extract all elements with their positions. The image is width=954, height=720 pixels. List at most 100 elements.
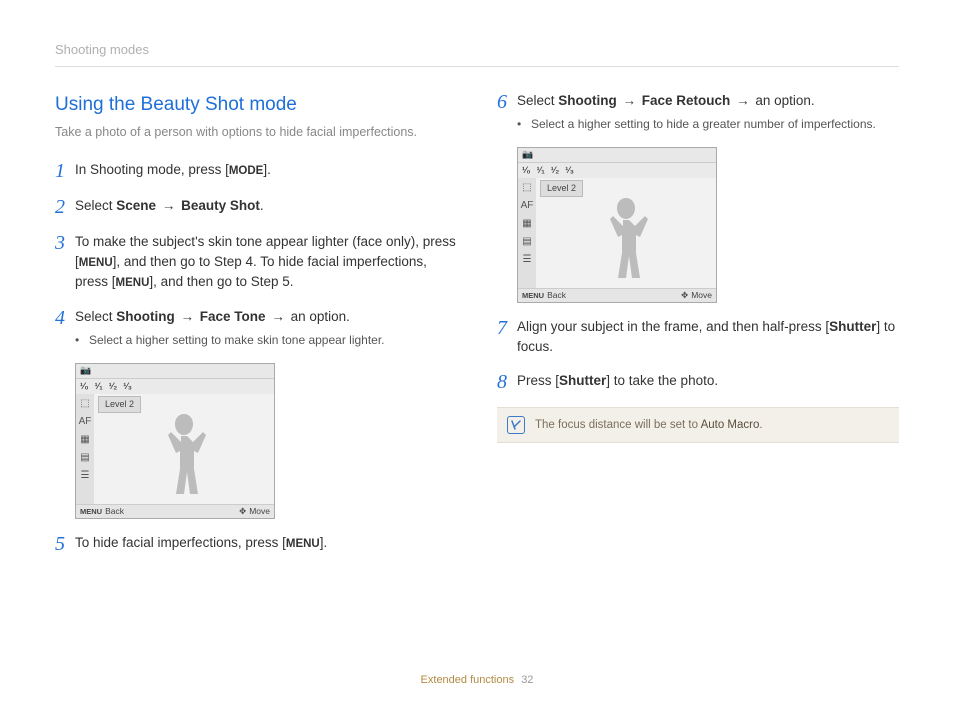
lcd-bottom-bar: MENU Back ✥ Move: [518, 288, 716, 302]
step-8: 8 Press [Shutter] to take the photo.: [497, 371, 899, 393]
grid-icon: ▤: [520, 235, 534, 249]
menu-key-label: MENU: [522, 290, 544, 301]
step-text: Press [: [517, 373, 559, 388]
move-icon: ✥: [239, 505, 246, 518]
note-text: .: [759, 419, 762, 431]
step-number: 1: [55, 160, 75, 182]
menu-path: Shooting: [558, 93, 616, 108]
right-column: 6 Select Shooting → Face Retouch → an op…: [497, 91, 899, 569]
level-indicator: Level 2: [98, 396, 141, 414]
face-detect-icon: ⬚: [520, 181, 534, 195]
step-3: 3 To make the subject's skin tone appear…: [55, 232, 457, 293]
note-icon: [507, 416, 525, 434]
lcd-titlebar: 📷: [518, 148, 716, 162]
lcd-preview-face-retouch: 📷 ¹⁄₀ ¹⁄₁ ¹⁄₂ ¹⁄₃ ⬚ AF ▦ ▤ ☰: [517, 147, 717, 303]
camera-mode-icon: 📷: [522, 148, 533, 162]
level-option-icon: ¹⁄₀: [80, 380, 89, 394]
menu-key-label: MENU: [80, 506, 102, 517]
back-label: Back: [105, 505, 124, 518]
af-icon: AF: [78, 415, 92, 429]
meter-icon: ▦: [520, 217, 534, 231]
bullet-icon: •: [75, 331, 89, 349]
arrow-icon: →: [619, 93, 640, 108]
page-number: 32: [521, 674, 533, 686]
footer-section: Extended functions: [421, 674, 515, 686]
step-number: 8: [497, 371, 517, 393]
step-number: 3: [55, 232, 75, 293]
lcd-bottom-bar: MENU Back ✥ Move: [76, 504, 274, 518]
step-text: In Shooting mode, press [: [75, 162, 229, 177]
level-option-icon: ¹⁄₂: [109, 380, 118, 394]
step-1: 1 In Shooting mode, press [MODE].: [55, 160, 457, 182]
step-text: Select: [75, 309, 116, 324]
info-note: The focus distance will be set to Auto M…: [497, 407, 899, 443]
arrow-icon: →: [268, 309, 289, 324]
step-text: ] to take the photo.: [606, 373, 718, 388]
setting-icon: ☰: [78, 469, 92, 483]
person-silhouette-icon: [154, 412, 214, 504]
af-icon: AF: [520, 199, 534, 213]
step-text: ].: [263, 162, 271, 177]
key-label: MODE: [229, 165, 264, 177]
step-7: 7 Align your subject in the frame, and t…: [497, 317, 899, 358]
menu-path: Face Tone: [200, 309, 266, 324]
step-number: 2: [55, 196, 75, 218]
menu-path: Shooting: [116, 309, 174, 324]
menu-path: Face Retouch: [642, 93, 731, 108]
left-column: Using the Beauty Shot mode Take a photo …: [55, 91, 457, 569]
key-label: MENU: [286, 538, 320, 550]
step-text: an option.: [755, 93, 814, 108]
lcd-viewfinder: Level 2: [94, 394, 274, 504]
step-text: .: [260, 198, 264, 213]
lcd-option-row: ¹⁄₀ ¹⁄₁ ¹⁄₂ ¹⁄₃: [518, 162, 716, 178]
section-title: Using the Beauty Shot mode: [55, 91, 457, 120]
step-text: Select: [75, 198, 116, 213]
person-silhouette-icon: [596, 196, 656, 288]
menu-path: Beauty Shot: [181, 198, 260, 213]
lcd-preview-face-tone: 📷 ¹⁄₀ ¹⁄₁ ¹⁄₂ ¹⁄₃ ⬚ AF ▦ ▤ ☰: [75, 363, 275, 519]
lcd-sidebar: ⬚ AF ▦ ▤ ☰: [76, 394, 94, 504]
move-label: Move: [249, 505, 270, 518]
level-indicator: Level 2: [540, 180, 583, 198]
step-6: 6 Select Shooting → Face Retouch → an op…: [497, 91, 899, 133]
step-2: 2 Select Scene → Beauty Shot.: [55, 196, 457, 218]
note-text: The focus distance will be set to: [535, 419, 701, 431]
lcd-titlebar: 📷: [76, 364, 274, 378]
bullet-icon: •: [517, 115, 531, 133]
step-number: 4: [55, 307, 75, 349]
level-option-icon: ¹⁄₃: [123, 380, 132, 394]
step-text: ], and then go to Step 5.: [149, 274, 293, 289]
level-option-icon: ¹⁄₀: [522, 164, 531, 178]
step-text: Select: [517, 93, 558, 108]
level-option-icon: ¹⁄₃: [565, 164, 574, 178]
page-footer: Extended functions 32: [0, 672, 954, 689]
lcd-viewfinder: Level 2: [536, 178, 716, 288]
setting-icon: ☰: [520, 253, 534, 267]
key-label: MENU: [79, 257, 113, 269]
move-label: Move: [691, 289, 712, 302]
bullet-text: Select a higher setting to hide a greate…: [531, 115, 876, 133]
step-number: 5: [55, 533, 75, 555]
step-text: Align your subject in the frame, and the…: [517, 319, 829, 334]
step-text: To hide facial imperfections, press [: [75, 535, 286, 550]
lcd-sidebar: ⬚ AF ▦ ▤ ☰: [518, 178, 536, 288]
breadcrumb: Shooting modes: [55, 40, 899, 67]
arrow-icon: →: [158, 198, 179, 213]
step-5: 5 To hide facial imperfections, press [M…: [55, 533, 457, 555]
note-bold: Auto Macro: [701, 419, 760, 431]
camera-mode-icon: 📷: [80, 364, 91, 378]
step-number: 7: [497, 317, 517, 358]
key-label: Shutter: [559, 373, 606, 388]
menu-path: Scene: [116, 198, 156, 213]
face-detect-icon: ⬚: [78, 397, 92, 411]
key-label: Shutter: [829, 319, 876, 334]
key-label: MENU: [116, 277, 150, 289]
back-label: Back: [547, 289, 566, 302]
level-option-icon: ¹⁄₁: [95, 380, 103, 394]
step-4: 4 Select Shooting → Face Tone → an optio…: [55, 307, 457, 349]
meter-icon: ▦: [78, 433, 92, 447]
level-option-icon: ¹⁄₂: [551, 164, 560, 178]
level-option-icon: ¹⁄₁: [537, 164, 545, 178]
arrow-icon: →: [732, 93, 753, 108]
bullet-text: Select a higher setting to make skin ton…: [89, 331, 385, 349]
